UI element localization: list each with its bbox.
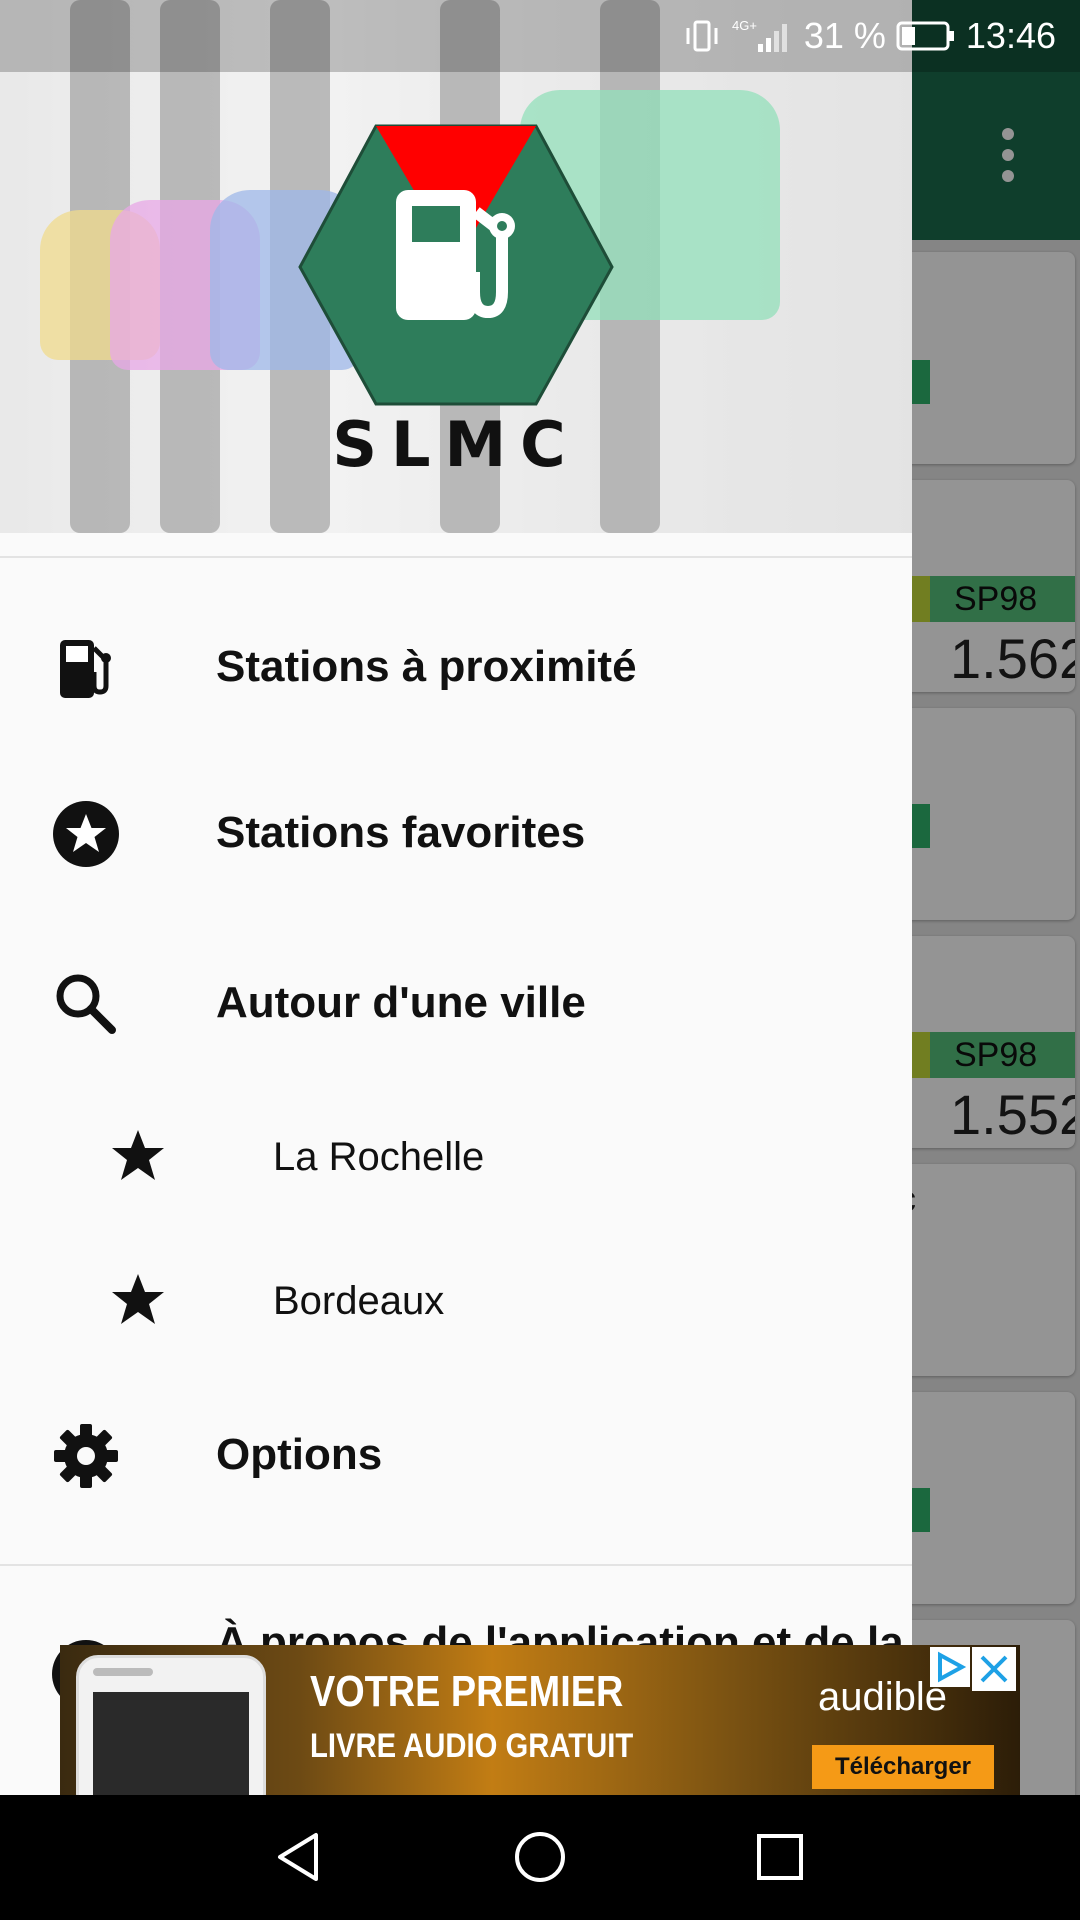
menu-item-around-city[interactable]: Autour d'une ville xyxy=(0,948,912,1058)
menu-item-label: Stations à proximité xyxy=(216,642,637,691)
battery-percent: 31 % xyxy=(803,15,886,56)
menu-item-options[interactable]: Options xyxy=(0,1402,912,1512)
ad-choices-icon[interactable] xyxy=(930,1647,970,1687)
saved-city-bordeaux[interactable]: Bordeaux xyxy=(0,1254,912,1346)
drawer-header: SLMC xyxy=(0,0,912,533)
menu-item-favorite-stations[interactable]: Stations favorites xyxy=(0,780,912,890)
saved-city-label: Bordeaux xyxy=(273,1279,445,1323)
menu-item-label: Stations favorites xyxy=(216,808,586,857)
system-navigation-bar xyxy=(0,1795,1080,1920)
saved-city-la-rochelle[interactable]: La Rochelle xyxy=(0,1110,912,1202)
star-icon xyxy=(108,1126,168,1186)
slmc-logo xyxy=(296,122,616,412)
ad-brand-logo: audible xyxy=(818,1675,948,1719)
status-bar: 4G+ 31 % 13:46 xyxy=(0,0,1080,72)
ad-close-icon[interactable] xyxy=(972,1647,1016,1691)
ad-banner[interactable]: VOTRE PREMIER LIVRE AUDIO GRATUIT audibl… xyxy=(60,1645,1020,1795)
search-icon xyxy=(50,968,122,1040)
saved-city-label: La Rochelle xyxy=(273,1135,485,1179)
divider xyxy=(0,1564,912,1566)
navigation-drawer: SLMC Stations à proximité Stations favor… xyxy=(0,0,912,1795)
gear-icon xyxy=(50,1420,122,1492)
ad-download-button[interactable]: Télécharger xyxy=(812,1745,994,1789)
logo-wordmark: SLMC xyxy=(332,408,580,481)
menu-item-label: Options xyxy=(216,1430,383,1479)
ad-subheadline: LIVRE AUDIO GRATUIT xyxy=(310,1727,634,1765)
menu-item-nearby-stations[interactable]: Stations à proximité xyxy=(0,612,912,722)
vibrate-icon xyxy=(682,16,722,56)
battery-icon xyxy=(896,19,956,53)
clock: 13:46 xyxy=(965,15,1056,56)
star-circle-icon xyxy=(50,798,122,870)
signal-icon: 4G+ xyxy=(732,16,794,56)
menu-item-label: Autour d'une ville xyxy=(216,978,586,1027)
back-icon[interactable] xyxy=(270,1827,330,1887)
fuel-pump-icon xyxy=(50,632,122,704)
ad-phone-image xyxy=(76,1655,266,1795)
divider xyxy=(0,556,912,558)
star-icon xyxy=(108,1270,168,1330)
ad-headline: VOTRE PREMIER xyxy=(310,1667,624,1716)
home-icon[interactable] xyxy=(510,1827,570,1887)
network-type: 4G+ xyxy=(732,18,757,33)
recents-icon[interactable] xyxy=(750,1827,810,1887)
